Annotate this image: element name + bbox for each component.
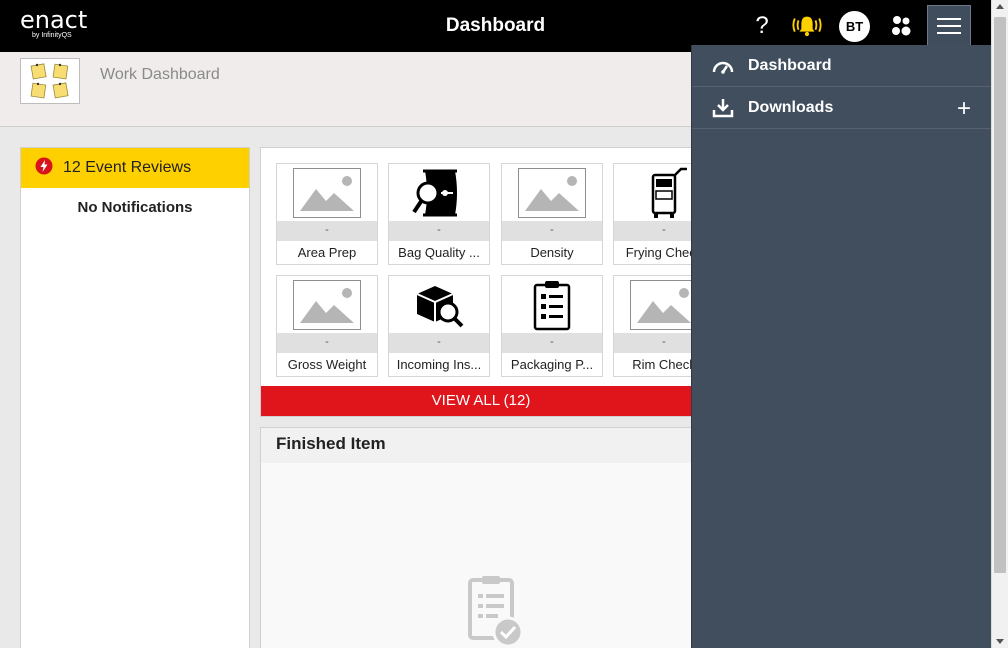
- help-button[interactable]: ?: [746, 10, 778, 42]
- placeholder-image-icon: [614, 276, 699, 333]
- community-icon[interactable]: [885, 10, 917, 42]
- tile-label: Bag Quality ...: [398, 245, 480, 260]
- tile-label: Area Prep: [297, 245, 357, 260]
- tile-label: Rim Check: [632, 357, 696, 372]
- tile-label: Frying Check: [625, 245, 700, 260]
- drawer-item-label: Downloads: [748, 98, 834, 116]
- placeholder-image-icon: [277, 276, 377, 333]
- hamburger-menu-button[interactable]: [927, 5, 971, 47]
- tile-label: Density: [530, 245, 574, 260]
- tile-value: -: [614, 333, 699, 353]
- finished-item-body: [261, 463, 699, 648]
- data-collection-tiles: - Area Prep - Bag Quality ... - Density …: [260, 147, 700, 417]
- avatar[interactable]: BT: [839, 11, 870, 42]
- expand-plus-icon[interactable]: +: [957, 95, 971, 123]
- box-inspect-icon: [389, 276, 489, 333]
- finished-item-title: Finished Item: [261, 428, 699, 463]
- page-scrollbar[interactable]: [991, 0, 1008, 648]
- drawer-item-label: Dashboard: [748, 56, 832, 74]
- clipboard-checklist-icon: [502, 276, 602, 333]
- scrollbar-thumb[interactable]: [994, 17, 1006, 573]
- view-all-button[interactable]: VIEW ALL (12): [261, 386, 699, 416]
- notifications-card: 12 Event Reviews No Notifications: [20, 147, 250, 648]
- navigation-drawer: Dashboard Downloads +: [691, 45, 991, 648]
- tile-packaging[interactable]: - Packaging P...: [501, 275, 603, 377]
- bag-inspect-icon: [389, 164, 489, 221]
- fryer-icon: [614, 164, 699, 221]
- finished-item-panel: Finished Item: [260, 427, 700, 648]
- event-reviews-bar[interactable]: 12 Event Reviews: [21, 148, 249, 188]
- placeholder-image-icon: [277, 164, 377, 221]
- tile-label: Incoming Ins...: [396, 357, 482, 372]
- drawer-item-downloads[interactable]: Downloads +: [692, 87, 991, 129]
- tile-frying-check[interactable]: - Frying Check: [613, 163, 700, 265]
- scroll-down-arrow-icon[interactable]: [996, 639, 1004, 644]
- tile-value: -: [502, 333, 602, 353]
- notification-bell-icon[interactable]: [791, 10, 823, 42]
- tile-label: Packaging P...: [510, 357, 594, 372]
- tile-value: -: [277, 333, 377, 353]
- tile-value: -: [614, 221, 699, 241]
- download-icon: [712, 98, 734, 118]
- work-dashboard-title: Work Dashboard: [100, 66, 220, 83]
- tile-rim-check[interactable]: - Rim Check: [613, 275, 699, 377]
- tile-value: -: [389, 221, 489, 241]
- tile-area-prep[interactable]: - Area Prep: [276, 163, 378, 265]
- tile-density[interactable]: - Density: [501, 163, 603, 265]
- event-reviews-label: 12 Event Reviews: [63, 159, 192, 176]
- tile-gross-weight[interactable]: - Gross Weight: [276, 275, 378, 377]
- scroll-up-arrow-icon[interactable]: [996, 4, 1004, 9]
- lightning-alert-icon: [35, 157, 53, 180]
- tile-incoming-inspection[interactable]: - Incoming Ins...: [388, 275, 490, 377]
- placeholder-image-icon: [502, 164, 602, 221]
- gauge-icon: [712, 58, 734, 74]
- clipboard-check-icon: [468, 576, 526, 648]
- work-dashboard-icon: [20, 58, 80, 104]
- tile-bag-quality[interactable]: - Bag Quality ...: [388, 163, 490, 265]
- tile-value: -: [389, 333, 489, 353]
- tile-value: -: [502, 221, 602, 241]
- tile-label: Gross Weight: [287, 357, 367, 372]
- no-notifications-text: No Notifications: [77, 199, 193, 216]
- tile-value: -: [277, 221, 377, 241]
- drawer-item-dashboard[interactable]: Dashboard: [692, 45, 991, 87]
